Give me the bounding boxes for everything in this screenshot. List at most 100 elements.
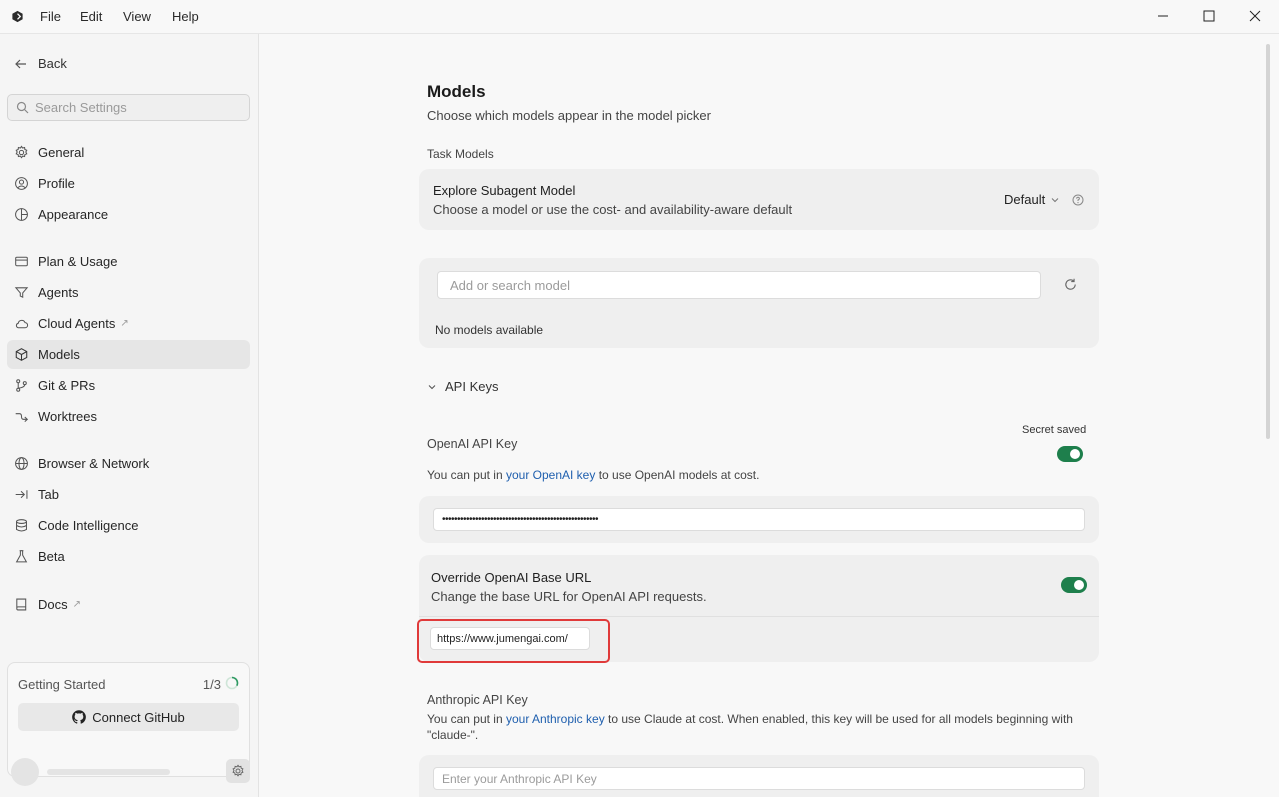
sidebar-item-label: Tab <box>38 487 59 502</box>
minimize-icon[interactable] <box>1153 6 1173 26</box>
flask-icon <box>15 550 28 563</box>
globe-icon <box>15 457 28 470</box>
sidebar-item-label: Cloud Agents <box>38 316 116 331</box>
sidebar-item-agents[interactable]: Agents <box>7 278 250 307</box>
anthropic-key-input[interactable] <box>433 767 1085 790</box>
git-branch-icon <box>16 379 27 392</box>
sidebar-item-appearance[interactable]: Appearance <box>7 200 250 229</box>
user-name-placeholder <box>47 769 170 775</box>
close-icon[interactable] <box>1245 6 1265 26</box>
sidebar-item-tab[interactable]: Tab <box>7 480 250 509</box>
api-keys-label: API Keys <box>445 379 499 394</box>
anthropic-key-card <box>419 755 1099 797</box>
search-input[interactable] <box>35 100 235 115</box>
api-keys-toggle[interactable]: API Keys <box>427 379 498 394</box>
sidebar-item-beta[interactable]: Beta <box>7 542 250 571</box>
anthropic-key-link[interactable]: your Anthropic key <box>506 712 605 726</box>
chevron-down-icon <box>428 384 436 389</box>
menu-view[interactable]: View <box>123 9 151 24</box>
openai-key-desc: You can put in your OpenAI key to use Op… <box>427 468 759 482</box>
user-circle-icon <box>15 177 28 190</box>
sidebar-item-label: Code Intelligence <box>38 518 139 533</box>
getting-started-title: Getting Started <box>18 677 106 692</box>
explore-model-select[interactable]: Default <box>1004 192 1059 207</box>
worktree-icon <box>15 413 29 423</box>
secret-saved-label: Secret saved <box>1022 424 1087 436</box>
title-bar: File Edit View Help <box>0 0 1279 34</box>
sidebar-item-profile[interactable]: Profile <box>7 169 250 198</box>
sidebar-item-label: Plan & Usage <box>38 254 118 269</box>
settings-sidebar: Back General Profile Appearance Plan & U… <box>0 34 259 797</box>
sidebar-item-label: Browser & Network <box>38 456 150 471</box>
highlight-box <box>417 619 610 663</box>
sidebar-item-browser-network[interactable]: Browser & Network <box>7 449 250 478</box>
sidebar-item-label: Worktrees <box>38 409 97 424</box>
page-title: Models <box>427 82 486 101</box>
sidebar-item-label: Git & PRs <box>38 378 96 393</box>
sidebar-item-plan-usage[interactable]: Plan & Usage <box>7 247 250 276</box>
github-icon <box>72 710 87 724</box>
explore-model-value: Default <box>1004 192 1046 207</box>
openai-key-title: OpenAI API Key <box>427 437 518 451</box>
connect-github-button[interactable]: Connect GitHub <box>18 703 239 731</box>
openai-key-link[interactable]: your OpenAI key <box>506 468 595 482</box>
sidebar-item-cloud-agents[interactable]: Cloud Agents ↗ <box>7 309 250 338</box>
palette-icon <box>15 208 28 221</box>
sidebar-item-label: General <box>38 145 85 160</box>
menu-help[interactable]: Help <box>172 9 199 24</box>
search-settings[interactable] <box>7 94 250 121</box>
user-settings-button[interactable] <box>226 759 250 783</box>
filter-icon <box>14 287 29 298</box>
chevron-down-icon <box>1051 197 1059 202</box>
sidebar-item-worktrees[interactable]: Worktrees <box>7 402 250 431</box>
gear-icon <box>15 145 28 159</box>
page-subtitle: Choose which models appear in the model … <box>427 108 711 123</box>
getting-started-card: Getting Started 1/3 Connect GitHub <box>7 662 250 777</box>
sidebar-item-label: Beta <box>38 549 65 564</box>
book-icon <box>16 598 27 611</box>
openai-key-toggle[interactable] <box>1057 446 1083 462</box>
back-button[interactable]: Back <box>14 56 67 71</box>
sidebar-item-models[interactable]: Models <box>7 340 250 369</box>
cube-icon <box>15 348 28 361</box>
back-label: Back <box>38 56 67 71</box>
menu-file[interactable]: File <box>40 9 61 24</box>
anthropic-desc-prefix: You can put in <box>427 712 506 726</box>
sidebar-item-label: Profile <box>38 176 75 191</box>
model-search-input[interactable] <box>437 271 1041 299</box>
override-url-desc: Change the base URL for OpenAI API reque… <box>431 589 707 604</box>
app-logo-icon <box>12 10 23 23</box>
no-models-text: No models available <box>435 323 544 337</box>
sidebar-item-docs[interactable]: Docs ↗ <box>7 590 250 619</box>
cloud-icon <box>15 319 29 329</box>
maximize-icon[interactable] <box>1199 6 1219 26</box>
divider <box>419 616 1099 617</box>
external-link-icon: ↗ <box>72 599 82 610</box>
database-icon <box>16 519 27 532</box>
connect-github-label: Connect GitHub <box>92 709 185 725</box>
scrollbar[interactable] <box>1266 44 1270 439</box>
anthropic-key-title: Anthropic API Key <box>427 693 528 707</box>
openai-key-input[interactable] <box>433 508 1085 531</box>
override-url-title: Override OpenAI Base URL <box>431 570 592 585</box>
help-icon[interactable] <box>1072 194 1084 206</box>
refresh-icon[interactable] <box>1063 277 1078 292</box>
sidebar-item-general[interactable]: General <box>7 138 250 167</box>
avatar[interactable] <box>11 758 39 786</box>
sidebar-item-label: Agents <box>38 285 79 300</box>
sidebar-item-label: Models <box>38 347 80 362</box>
external-link-icon: ↗ <box>120 318 129 329</box>
anthropic-desc-suffix: to use Claude at cost. When enabled, thi… <box>604 712 1073 726</box>
openai-desc-prefix: You can put in <box>427 468 506 482</box>
sidebar-item-git-prs[interactable]: Git & PRs <box>7 371 250 400</box>
override-url-toggle[interactable] <box>1061 577 1087 593</box>
progress-ring-icon <box>225 676 239 690</box>
sidebar-item-label: Appearance <box>38 207 109 222</box>
sidebar-item-code-intelligence[interactable]: Code Intelligence <box>7 511 250 540</box>
search-icon <box>16 101 29 114</box>
task-models-label: Task Models <box>427 147 494 161</box>
menu-edit[interactable]: Edit <box>80 9 102 24</box>
gear-icon <box>232 764 244 777</box>
anthropic-desc-line2: "claude-". <box>427 728 479 742</box>
getting-started-count: 1/3 <box>202 677 221 692</box>
